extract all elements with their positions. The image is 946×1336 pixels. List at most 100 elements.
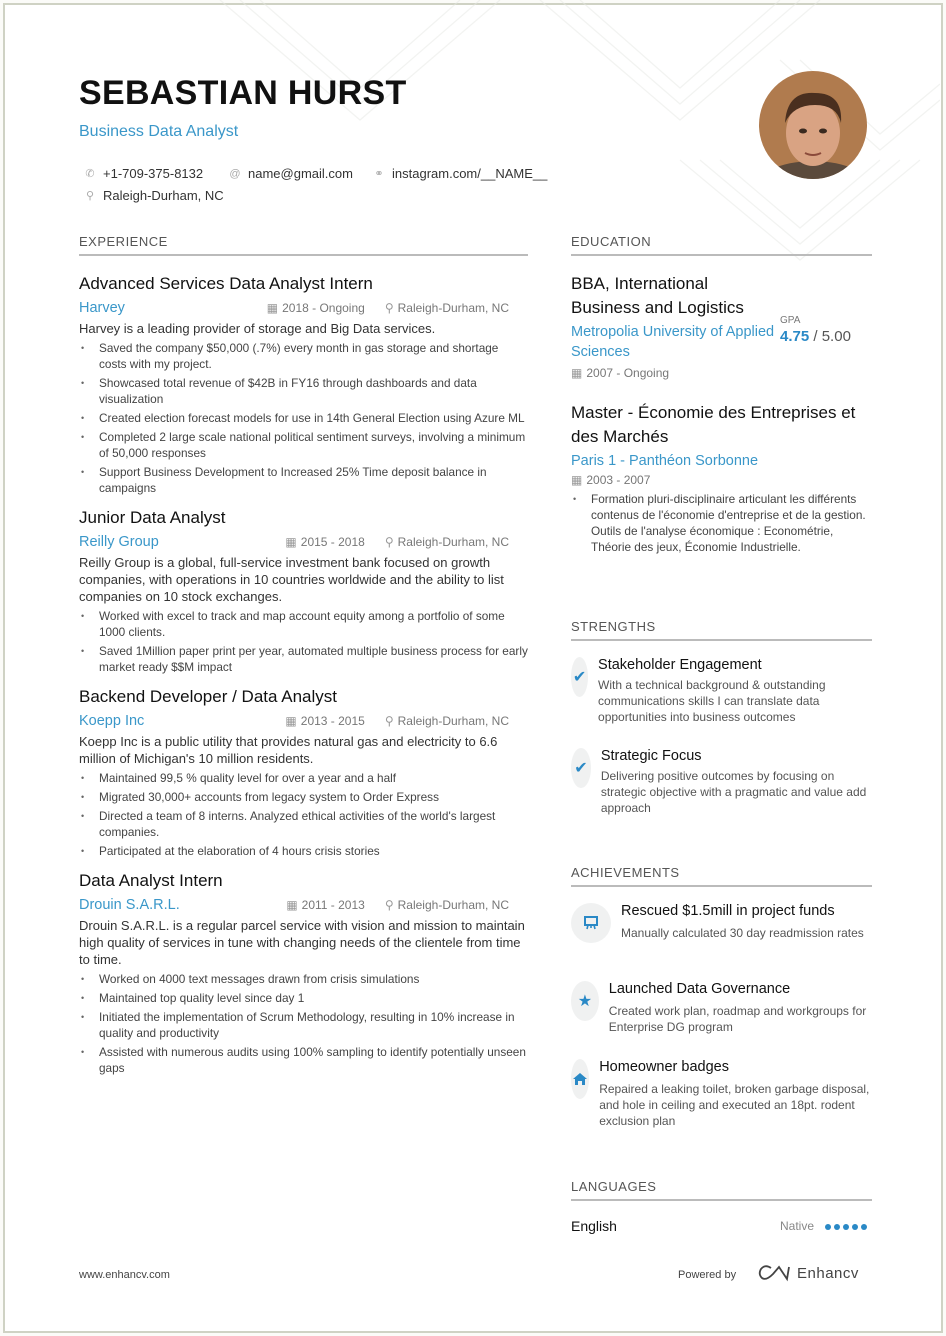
- contact-link[interactable]: ⚭ instagram.com/__NAME__: [373, 166, 547, 181]
- gpa-max: 5.00: [821, 328, 851, 345]
- enhancv-brand-text: Enhancv: [797, 1264, 859, 1282]
- check-icon: ✔: [571, 657, 589, 697]
- degree-title: BBA, International Business and Logistic…: [571, 274, 744, 317]
- bullet-item: Saved the company $50,000 (.7%) every mo…: [79, 340, 529, 372]
- achievement-title: Launched Data Governance: [608, 981, 791, 997]
- company-name: Reilly Group: [79, 534, 159, 550]
- bullet-item: Worked on 4000 text messages drawn from …: [79, 971, 529, 987]
- calendar-icon: ▦: [266, 301, 279, 315]
- location-text: Raleigh-Durham, NC: [103, 188, 224, 203]
- bullet-item: Formation pluri-disciplinaire articulant…: [571, 491, 876, 555]
- bullet-item: Support Business Development to Increase…: [79, 464, 529, 496]
- job-entry: Advanced Services Data Analyst Intern Ha…: [79, 274, 529, 496]
- candidate-title: Business Data Analyst: [79, 123, 239, 140]
- job-dates: 2011 - 2013: [301, 898, 365, 912]
- job-title: Backend Developer / Data Analyst: [79, 687, 337, 706]
- link-text: instagram.com/__NAME__: [392, 166, 548, 181]
- edu-dates: 2003 - 2007: [586, 473, 651, 487]
- job-bullets: Maintained 99,5 % quality level for over…: [79, 770, 529, 859]
- language-name: English: [571, 1218, 617, 1234]
- achievement-item: Homeowner badges Repaired a leaking toil…: [571, 1059, 876, 1129]
- bullet-item: Directed a team of 8 interns. Analyzed e…: [79, 808, 529, 840]
- job-bullets: Worked with excel to track and map accou…: [79, 608, 529, 675]
- calendar-icon: ▦: [285, 714, 297, 728]
- achievement-item: ★ Launched Data Governance Created work …: [571, 981, 876, 1035]
- experience-heading: EXPERIENCE: [79, 234, 528, 256]
- location-pin-icon: ⚲: [384, 714, 394, 728]
- strength-title: Strategic Focus: [600, 748, 702, 764]
- star-icon: ★: [571, 981, 599, 1021]
- achievement-desc: Repaired a leaking toilet, broken garbag…: [599, 1082, 870, 1128]
- company-name: Koepp Inc: [79, 713, 145, 729]
- location-pin-icon: ⚲: [384, 301, 394, 315]
- education-heading: EDUCATION: [571, 234, 872, 256]
- strength-desc: With a technical background & outstandin…: [598, 678, 826, 724]
- achievement-title: Rescued $1.5mill in project funds: [621, 903, 835, 919]
- company-name: Harvey: [79, 300, 125, 316]
- achievement-title: Homeowner badges: [599, 1059, 729, 1075]
- enhancv-logo[interactable]: Enhancv: [757, 1264, 859, 1282]
- edu-bullets: Formation pluri-disciplinaire articulant…: [571, 491, 876, 555]
- rating-dot: [861, 1224, 867, 1230]
- company-description: Koepp Inc is a public utility that provi…: [79, 734, 498, 766]
- home-icon: [571, 1059, 590, 1099]
- rating-dot: [852, 1224, 858, 1230]
- presentation-board-icon: [571, 903, 611, 943]
- job-location: Raleigh-Durham, NC: [397, 535, 509, 549]
- contact-phone[interactable]: ✆ +1-709-375-8132: [84, 166, 203, 181]
- contact-email[interactable]: @ name@gmail.com: [229, 166, 353, 181]
- job-bullets: Saved the company $50,000 (.7%) every mo…: [79, 340, 529, 496]
- bullet-item: Migrated 30,000+ accounts from legacy sy…: [79, 789, 529, 805]
- strengths-heading: STRENGTHS: [571, 619, 872, 641]
- job-title: Advanced Services Data Analyst Intern: [79, 274, 373, 293]
- job-dates: 2018 - Ongoing: [282, 301, 365, 315]
- degree-title: Master - Économie des Entreprises et des…: [571, 403, 856, 446]
- bullet-item: Created election forecast models for use…: [79, 410, 529, 426]
- enhancv-logo-icon: [758, 1265, 790, 1282]
- calendar-icon: ▦: [285, 535, 297, 549]
- gpa-label: GPA: [780, 315, 801, 326]
- achievement-item: Rescued $1.5mill in project funds Manual…: [571, 903, 876, 943]
- calendar-icon: ▦: [571, 366, 583, 380]
- job-title: Data Analyst Intern: [79, 871, 223, 890]
- job-location: Raleigh-Durham, NC: [397, 301, 509, 315]
- bullet-item: Participated at the elaboration of 4 hou…: [79, 843, 529, 859]
- bullet-item: Initiated the implementation of Scrum Me…: [79, 1009, 529, 1041]
- at-icon: @: [229, 167, 241, 180]
- calendar-icon: ▦: [571, 473, 583, 487]
- contact-location: ⚲ Raleigh-Durham, NC: [84, 188, 224, 203]
- company-description: Drouin S.A.R.L. is a regular parcel serv…: [79, 918, 525, 967]
- education-entry: BBA, International Business and Logistic…: [571, 272, 776, 380]
- job-title: Junior Data Analyst: [79, 508, 226, 527]
- company-description: Reilly Group is a global, full-service i…: [79, 555, 504, 604]
- bullet-item: Worked with excel to track and map accou…: [79, 608, 529, 640]
- job-dates: 2013 - 2015: [300, 714, 365, 728]
- language-item: English Native: [571, 1217, 867, 1235]
- gpa-value: 4.75: [780, 328, 810, 345]
- job-entry: Backend Developer / Data Analyst Koepp I…: [79, 687, 529, 859]
- strength-title: Stakeholder Engagement: [598, 657, 762, 673]
- rating-dot: [825, 1224, 831, 1230]
- gpa-block: GPA 4.75 / 5.00: [780, 315, 851, 345]
- job-entry: Junior Data Analyst Reilly Group ▦ 2015 -…: [79, 508, 529, 675]
- achievements-heading: ACHIEVEMENTS: [571, 865, 872, 887]
- link-icon: ⚭: [374, 168, 384, 180]
- bullet-item: Showcased total revenue of $42B in FY16 …: [79, 375, 529, 407]
- job-location: Raleigh-Durham, NC: [397, 714, 509, 728]
- location-pin-icon: ⚲: [85, 190, 95, 202]
- bullet-item: Saved 1Million paper print per year, aut…: [79, 643, 529, 675]
- bullet-item: Maintained 99,5 % quality level for over…: [79, 770, 529, 786]
- job-bullets: Worked on 4000 text messages drawn from …: [79, 971, 529, 1076]
- footer-website[interactable]: www.enhancv.com: [79, 1269, 170, 1281]
- email-text: name@gmail.com: [248, 166, 353, 181]
- strength-item: ✔ Strategic Focus Delivering positive ou…: [571, 748, 876, 816]
- bullet-item: Completed 2 large scale national politic…: [79, 429, 529, 461]
- powered-by-label: Powered by: [678, 1269, 737, 1281]
- company-name: Drouin S.A.R.L.: [79, 897, 180, 913]
- location-pin-icon: ⚲: [384, 535, 394, 549]
- edu-dates: 2007 - Ongoing: [586, 366, 670, 380]
- language-rating-dots: [822, 1217, 867, 1235]
- company-description: Harvey is a leading provider of storage …: [79, 321, 436, 336]
- school-name: Paris 1 - Panthéon Sorbonne: [571, 453, 759, 469]
- language-level: Native: [779, 1219, 814, 1233]
